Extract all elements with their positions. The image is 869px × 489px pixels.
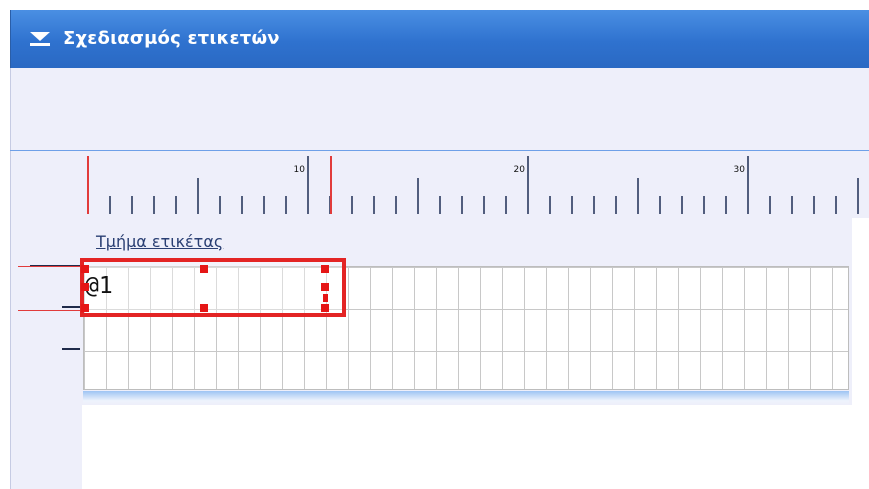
grid-bottom-edge (83, 391, 849, 405)
ruler-label: 10 (294, 165, 306, 175)
canvas-right-margin (852, 218, 869, 489)
resize-handle-top-right[interactable] (321, 265, 329, 273)
ruler-label: 30 (734, 165, 746, 175)
resize-handle-right-extra[interactable] (323, 294, 328, 302)
resize-handle-top-left[interactable] (81, 265, 89, 273)
resize-handle-middle-left[interactable] (81, 283, 89, 291)
left-ruler-mark (62, 306, 80, 308)
resize-handle-middle-right[interactable] (321, 283, 329, 291)
horizontal-ruler: 10 20 30 (87, 156, 859, 214)
selected-field[interactable] (80, 258, 346, 317)
resize-handle-top-middle[interactable] (200, 265, 208, 273)
section-label: Τμήμα ετικέτας (96, 232, 224, 251)
resize-handle-bottom-right[interactable] (321, 304, 329, 312)
ruler-label: 20 (514, 165, 526, 175)
field-value[interactable]: @1 (85, 273, 113, 299)
canvas-lower-area (82, 405, 852, 489)
guide-line-bottom (18, 310, 84, 311)
resize-handle-bottom-middle[interactable] (200, 304, 208, 312)
resize-handle-bottom-left[interactable] (81, 304, 89, 312)
left-ruler-mark (62, 348, 80, 350)
guide-line-top (18, 266, 84, 267)
